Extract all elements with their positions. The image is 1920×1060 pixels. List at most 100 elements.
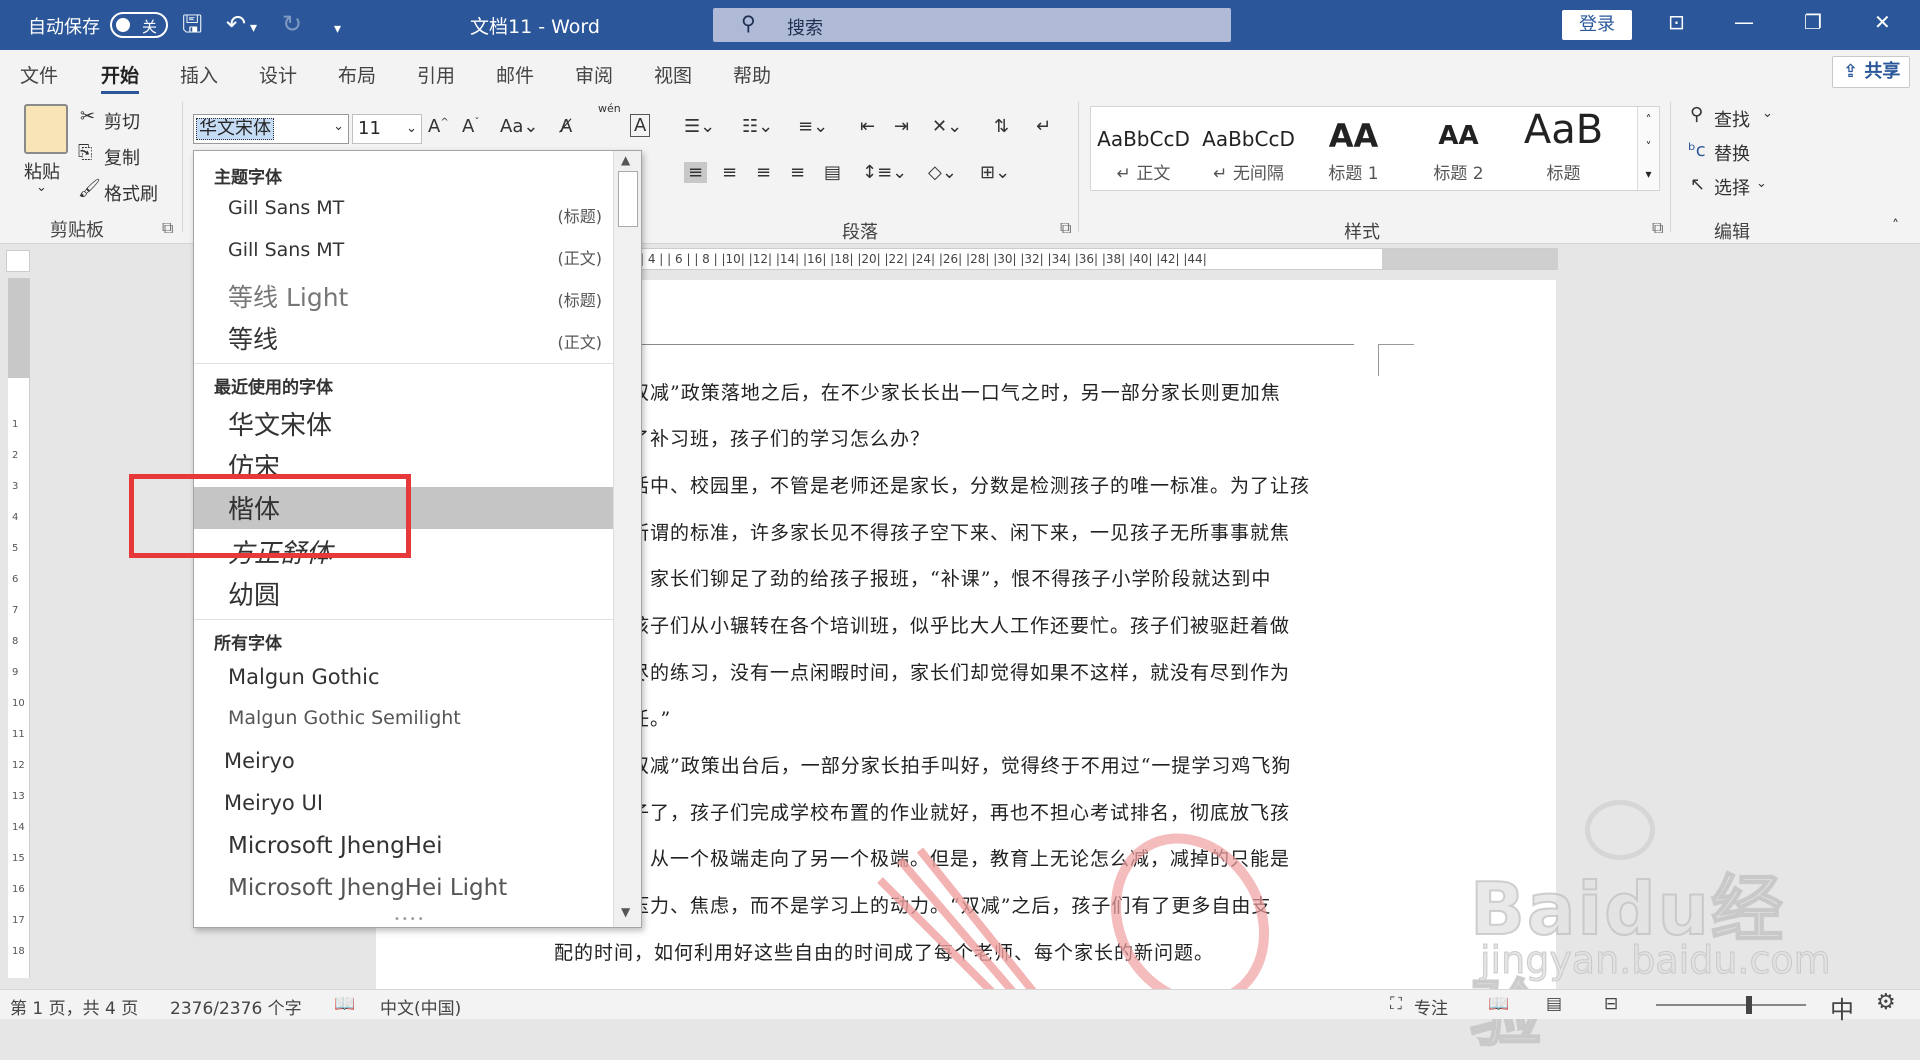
- tab-view[interactable]: 视图: [654, 61, 692, 88]
- shrink-font-icon[interactable]: Aˇ: [462, 116, 479, 137]
- style-heading-1[interactable]: AA 标题 1: [1301, 107, 1406, 192]
- page-count[interactable]: 第 1 页，共 4 页: [10, 994, 138, 1019]
- font-option[interactable]: Microsoft JhengHei: [194, 827, 614, 869]
- justify-icon[interactable]: ≡: [790, 162, 805, 183]
- chinese-layout-icon[interactable]: ✕⌄: [932, 116, 962, 137]
- font-option[interactable]: 等线 (正文): [194, 317, 614, 359]
- tab-selector[interactable]: [6, 250, 30, 272]
- replace-button[interactable]: 替换: [1714, 140, 1750, 166]
- login-button[interactable]: 登录: [1562, 10, 1632, 40]
- focus-icon[interactable]: ⛶: [1390, 994, 1402, 1014]
- format-painter-icon[interactable]: 🖌: [78, 178, 101, 199]
- zoom-slider[interactable]: [1656, 1004, 1806, 1006]
- font-size-value[interactable]: 11: [358, 118, 381, 139]
- ime-indicator[interactable]: 中: [1830, 990, 1854, 1025]
- paragraph-launcher-icon[interactable]: ⧉: [1060, 218, 1071, 238]
- horizontal-ruler[interactable]: | 4 | | 6 | | 8 | |10| |12| |14| |16| |1…: [640, 248, 1558, 270]
- style-normal[interactable]: AaBbCcD ↵ 正文: [1091, 107, 1196, 192]
- font-option[interactable]: 华文宋体: [194, 403, 614, 445]
- phonetic-guide-icon[interactable]: wén: [598, 102, 621, 115]
- align-center-icon[interactable]: ≡: [722, 162, 737, 183]
- scroll-down-icon[interactable]: ▼: [621, 905, 630, 919]
- find-dropdown-icon[interactable]: ⌄: [1762, 106, 1773, 121]
- font-option[interactable]: 幼圆: [194, 573, 614, 615]
- change-case-icon[interactable]: Aa⌄: [500, 116, 538, 137]
- style-heading-2[interactable]: AA 标题 2: [1406, 107, 1511, 192]
- decrease-indent-icon[interactable]: ⇤: [860, 116, 875, 137]
- autosave-toggle[interactable]: 关: [110, 12, 168, 38]
- style-no-spacing[interactable]: AaBbCcD ↵ 无间隔: [1196, 107, 1301, 192]
- font-option[interactable]: Microsoft JhengHei Light: [194, 869, 614, 911]
- find-icon[interactable]: ⚲: [1690, 104, 1703, 125]
- customize-qat-icon[interactable]: ▾: [334, 15, 341, 43]
- font-option[interactable]: Malgun Gothic Semilight: [194, 701, 614, 743]
- increase-indent-icon[interactable]: ⇥: [894, 116, 909, 137]
- font-size-dropdown-icon[interactable]: ⌄: [406, 121, 417, 136]
- undo-icon[interactable]: ↶: [226, 10, 246, 38]
- paste-icon[interactable]: [24, 104, 68, 154]
- ribbon-display-icon[interactable]: ⊡: [1668, 10, 1685, 34]
- save-icon[interactable]: 🖫: [182, 10, 202, 38]
- copy-button[interactable]: 复制: [104, 144, 140, 170]
- collapse-ribbon-icon[interactable]: ˄: [1892, 218, 1899, 234]
- tab-file[interactable]: 文件: [20, 61, 58, 88]
- borders-icon[interactable]: ⊞⌄: [980, 162, 1010, 183]
- styles-launcher-icon[interactable]: ⧉: [1652, 218, 1663, 238]
- replace-icon[interactable]: ᵇc: [1688, 140, 1706, 161]
- font-name-box[interactable]: 华文宋体 ⌄: [193, 114, 349, 144]
- grow-font-icon[interactable]: A^: [428, 116, 449, 137]
- sort-icon[interactable]: ⇅: [994, 116, 1009, 137]
- font-option[interactable]: Gill Sans MT (正文): [194, 233, 614, 275]
- styles-scroll[interactable]: ˄ ˅ ▾: [1637, 107, 1659, 190]
- character-border-icon[interactable]: A: [630, 114, 651, 137]
- font-option[interactable]: Meiryo UI: [194, 785, 614, 827]
- select-icon[interactable]: ↖: [1690, 174, 1705, 195]
- read-mode-icon[interactable]: 📖: [1488, 994, 1509, 1014]
- find-button[interactable]: 查找: [1714, 106, 1750, 132]
- print-layout-icon[interactable]: ▤: [1546, 994, 1562, 1014]
- focus-mode[interactable]: 专注: [1414, 994, 1448, 1019]
- font-option[interactable]: 等线 Light (标题): [194, 275, 614, 317]
- zoom-thumb[interactable]: [1746, 996, 1752, 1014]
- clipboard-launcher-icon[interactable]: ⧉: [162, 218, 173, 238]
- search-box[interactable]: ⚲ 搜索: [713, 8, 1231, 42]
- select-button[interactable]: 选择: [1714, 174, 1750, 200]
- style-title[interactable]: AaB 标题: [1511, 107, 1616, 192]
- font-option[interactable]: Gill Sans MT (标题): [194, 191, 614, 233]
- tab-home[interactable]: 开始: [101, 61, 140, 94]
- clear-formatting-icon[interactable]: A̸: [560, 116, 572, 137]
- language-status[interactable]: 中文(中国): [380, 994, 461, 1019]
- vertical-ruler[interactable]: 1 2 3 4 5 6 7 8 9 10 11 12 13 14 15 16 17 18: [8, 278, 30, 978]
- undo-dropdown-icon[interactable]: ▾: [250, 14, 257, 42]
- multilevel-list-icon[interactable]: ≡⌄: [798, 116, 828, 137]
- font-option[interactable]: Malgun Gothic: [194, 659, 614, 701]
- font-size-box[interactable]: 11 ⌄: [352, 114, 422, 144]
- align-left-icon[interactable]: ≡: [684, 162, 708, 183]
- tab-layout[interactable]: 布局: [338, 61, 376, 88]
- tab-review[interactable]: 审阅: [575, 61, 613, 88]
- web-layout-icon[interactable]: ⊟: [1604, 994, 1618, 1014]
- copy-icon[interactable]: ⎘: [78, 142, 92, 163]
- select-dropdown-icon[interactable]: ⌄: [1756, 176, 1767, 191]
- bullets-icon[interactable]: ☰⌄: [684, 116, 715, 137]
- distributed-icon[interactable]: ▤: [824, 162, 841, 183]
- font-name-dropdown-icon[interactable]: ⌄: [333, 119, 344, 134]
- close-icon[interactable]: ✕: [1874, 10, 1891, 34]
- font-option[interactable]: Meiryo: [194, 743, 614, 785]
- show-marks-icon[interactable]: ↵: [1036, 116, 1051, 137]
- redo-icon[interactable]: ↻: [282, 10, 302, 38]
- font-name-value[interactable]: 华文宋体: [196, 118, 274, 140]
- restore-icon[interactable]: ❐: [1804, 10, 1822, 34]
- resize-grip[interactable]: ••••: [394, 914, 426, 925]
- tab-help[interactable]: 帮助: [733, 61, 771, 88]
- line-spacing-icon[interactable]: ↕≡⌄: [862, 162, 907, 183]
- paste-dropdown-icon[interactable]: ⌄: [36, 180, 47, 195]
- tab-references[interactable]: 引用: [417, 61, 455, 88]
- settings-gear-icon[interactable]: ⚙: [1876, 990, 1896, 1015]
- align-right-icon[interactable]: ≡: [756, 162, 771, 183]
- format-painter-button[interactable]: 格式刷: [104, 180, 158, 206]
- word-count[interactable]: 2376/2376 个字: [170, 994, 302, 1019]
- cut-button[interactable]: 剪切: [104, 108, 140, 134]
- proofing-icon[interactable]: 📖: [334, 994, 355, 1014]
- minimize-icon[interactable]: —: [1734, 10, 1754, 34]
